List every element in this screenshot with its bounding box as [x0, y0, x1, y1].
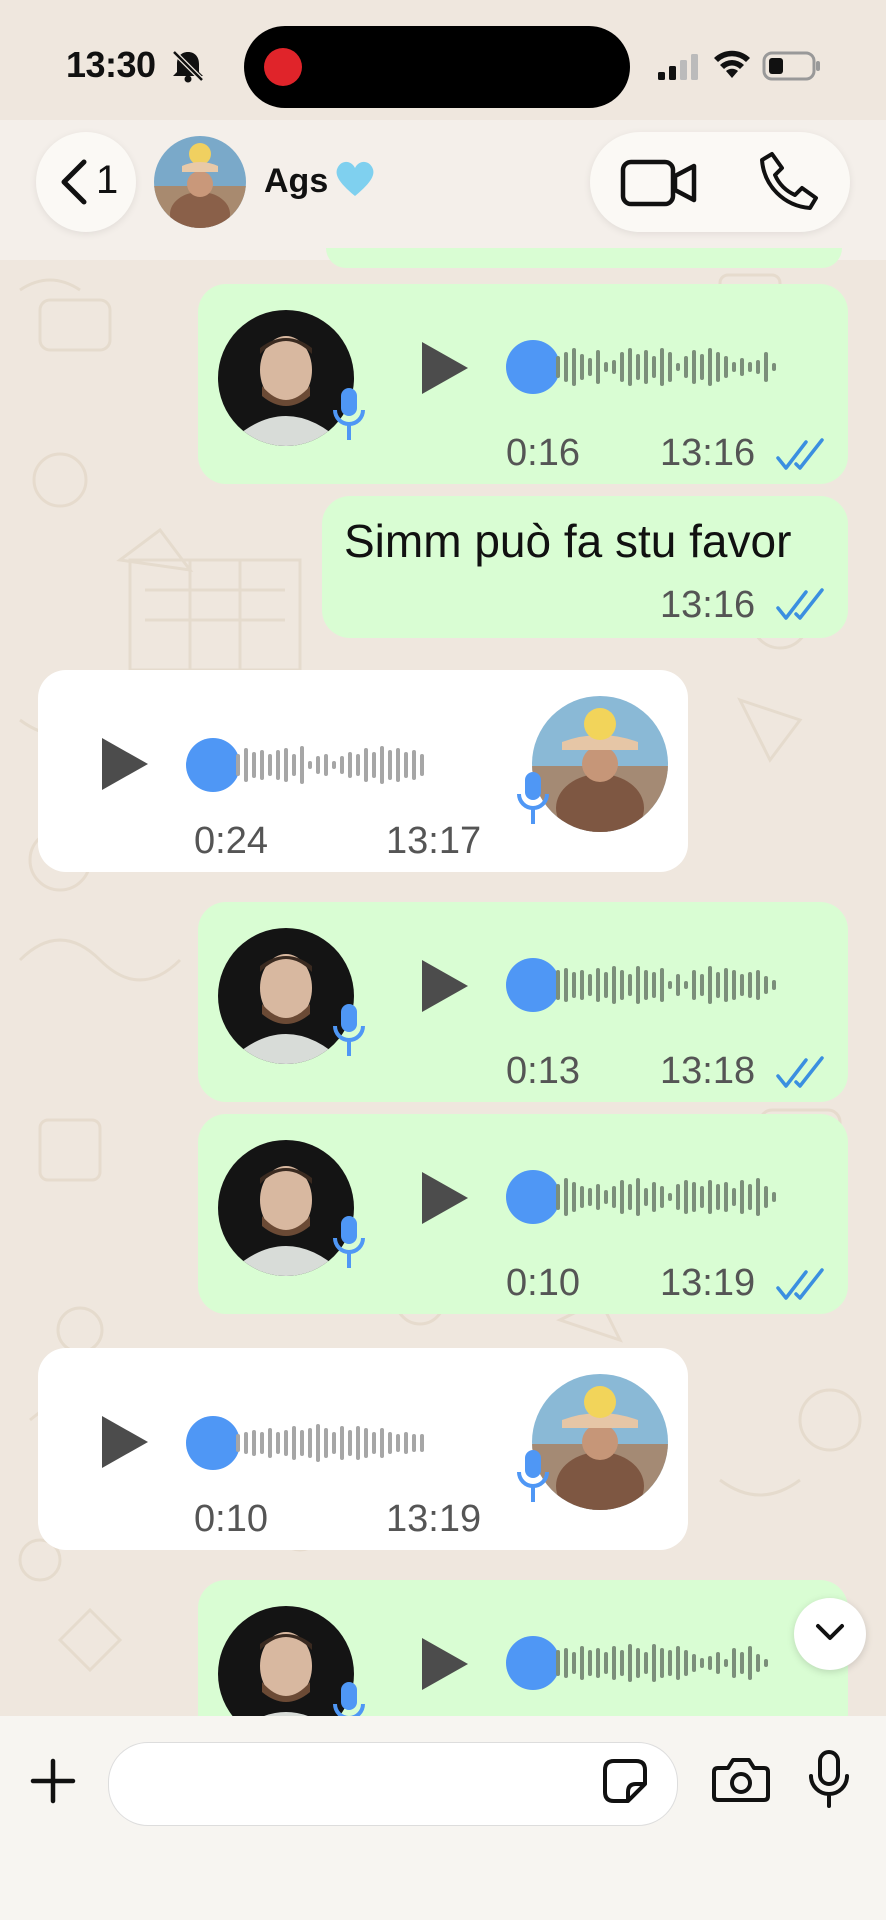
play-button-icon[interactable]: [420, 958, 470, 1014]
mic-badge-icon: [333, 1682, 365, 1716]
voice-message-outgoing[interactable]: 0:16 13:16: [198, 284, 848, 484]
read-ticks-icon: [776, 1268, 824, 1300]
sticker-icon[interactable]: [602, 1758, 648, 1804]
play-button-icon[interactable]: [100, 1414, 150, 1470]
unread-count: 1: [96, 158, 119, 202]
voice-duration: 0:10: [506, 1262, 580, 1304]
voice-duration: 0:24: [194, 820, 268, 862]
waveform: [556, 348, 776, 386]
status-time: 13:30: [66, 44, 156, 85]
voice-duration: 0:10: [194, 1498, 268, 1540]
contact-name[interactable]: Ags: [264, 162, 328, 201]
message-time: 13:17: [386, 820, 482, 862]
read-ticks-icon: [776, 438, 824, 470]
light-blue-heart-icon: [336, 161, 374, 196]
play-button-icon[interactable]: [420, 340, 470, 396]
progress-knob[interactable]: [186, 1416, 240, 1470]
mic-badge-icon: [333, 388, 365, 440]
plus-icon[interactable]: [30, 1758, 76, 1804]
recording-indicator-icon: [264, 48, 302, 86]
progress-knob[interactable]: [186, 738, 240, 792]
mic-badge-icon: [333, 1004, 365, 1056]
play-button-icon[interactable]: [420, 1170, 470, 1226]
wifi-icon: [714, 50, 750, 78]
message-time: 13:16: [660, 584, 756, 626]
voice-call-icon[interactable]: [758, 150, 820, 214]
contact-avatar[interactable]: [154, 136, 246, 228]
back-button[interactable]: 1: [36, 132, 136, 232]
voice-message-outgoing[interactable]: [198, 1580, 848, 1716]
progress-knob[interactable]: [506, 1170, 560, 1224]
progress-knob[interactable]: [506, 1636, 560, 1690]
message-time: 13:18: [660, 1050, 756, 1092]
voice-message-outgoing[interactable]: 0:13 13:18: [198, 902, 848, 1102]
message-time: 13:19: [660, 1262, 756, 1304]
progress-knob[interactable]: [506, 340, 560, 394]
signal-icon: [658, 54, 698, 80]
message-time: 13:16: [660, 432, 756, 474]
bell-slash-icon: [172, 50, 204, 83]
mic-badge-icon: [517, 772, 549, 824]
mic-badge-icon: [333, 1216, 365, 1268]
play-button-icon[interactable]: [100, 736, 150, 792]
message-bubble-clipped: [326, 248, 842, 268]
status-bar: 13:30: [0, 0, 886, 130]
text-message-outgoing[interactable]: Simm può fa stu favor 13:16: [322, 496, 848, 638]
waveform: [556, 1178, 776, 1216]
message-input[interactable]: [108, 1742, 678, 1826]
battery-icon: [762, 51, 820, 81]
voice-message-incoming[interactable]: 0:10 13:19: [38, 1348, 688, 1550]
waveform: [236, 746, 424, 784]
message-text: Simm può fa stu favor: [344, 515, 792, 567]
waveform: [236, 1424, 424, 1462]
voice-message-incoming[interactable]: 0:24 13:17: [38, 670, 688, 872]
chevron-down-icon: [816, 1624, 844, 1640]
scroll-to-bottom-button[interactable]: [794, 1598, 866, 1670]
waveform: [556, 966, 776, 1004]
read-ticks-icon: [776, 1056, 824, 1088]
waveform: [556, 1644, 768, 1682]
voice-duration: 0:13: [506, 1050, 580, 1092]
chevron-left-icon: [61, 159, 87, 205]
play-button-icon[interactable]: [420, 1636, 470, 1692]
video-call-icon[interactable]: [620, 156, 698, 210]
mic-badge-icon: [517, 1450, 549, 1502]
voice-avatar: [532, 696, 668, 832]
voice-avatar: [532, 1374, 668, 1510]
camera-icon[interactable]: [712, 1756, 770, 1804]
microphone-icon[interactable]: [808, 1750, 850, 1808]
message-time: 13:19: [386, 1498, 482, 1540]
read-ticks-icon: [776, 588, 824, 620]
voice-duration: 0:16: [506, 432, 580, 474]
voice-message-outgoing[interactable]: 0:10 13:19: [198, 1114, 848, 1314]
progress-knob[interactable]: [506, 958, 560, 1012]
